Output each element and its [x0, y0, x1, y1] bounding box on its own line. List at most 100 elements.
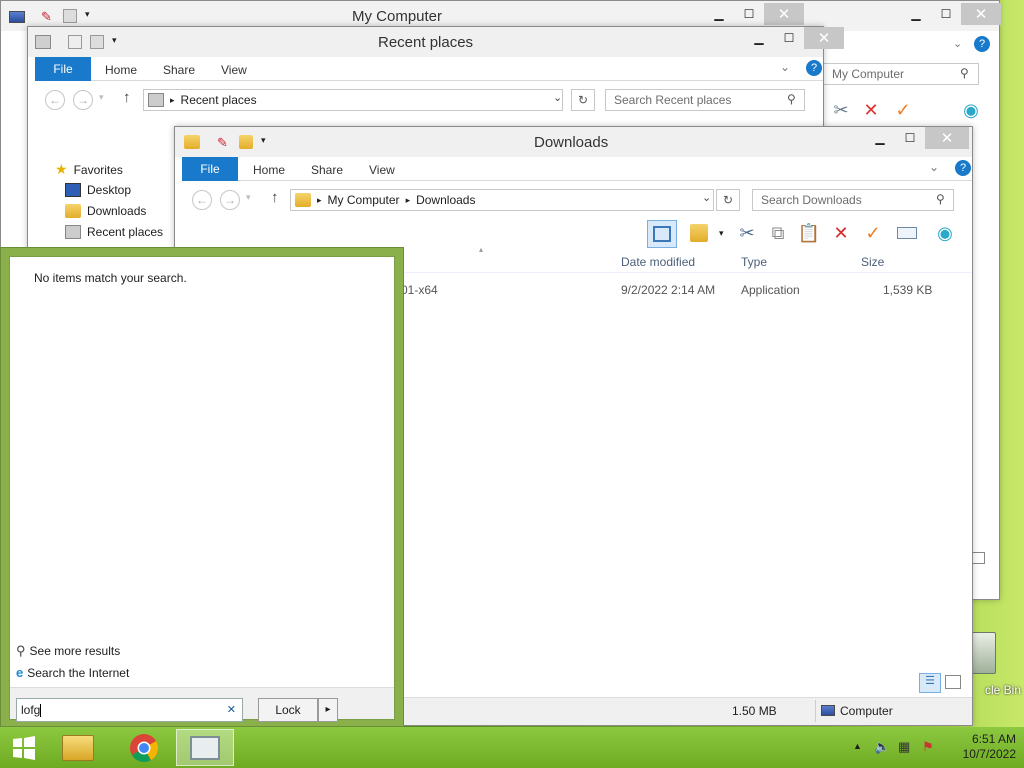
- search-results-pane: No items match your search. ⚲ See more r…: [9, 256, 395, 722]
- nav-desktop[interactable]: Desktop: [65, 183, 131, 197]
- search-icon[interactable]: ⚲: [787, 92, 796, 106]
- search-input[interactable]: Search Downloads: [752, 189, 954, 211]
- nav-downloads[interactable]: Downloads: [65, 204, 146, 218]
- close-button[interactable]: ✕: [764, 3, 804, 25]
- breadcrumb-my-computer[interactable]: My Computer: [328, 193, 400, 207]
- minimize-button[interactable]: ▁: [704, 3, 734, 25]
- maximize-button[interactable]: ☐: [734, 3, 764, 25]
- rename-icon[interactable]: [895, 221, 919, 245]
- ribbon-expand-icon[interactable]: ⌄: [780, 60, 790, 74]
- system-monitor-taskbar-button[interactable]: [176, 729, 234, 766]
- address-dropdown-icon[interactable]: ⌄: [702, 191, 711, 204]
- back-button[interactable]: ←: [45, 90, 65, 110]
- properties-icon[interactable]: [68, 35, 82, 49]
- chrome-taskbar-button[interactable]: [116, 729, 172, 766]
- shell-icon[interactable]: ◉: [959, 98, 983, 122]
- maximize-button[interactable]: ☐: [931, 3, 961, 25]
- clear-search-button[interactable]: ✕: [227, 703, 236, 716]
- qat-dropdown-icon[interactable]: ▾: [261, 135, 266, 146]
- up-button[interactable]: ↑: [123, 89, 131, 106]
- clock[interactable]: 6:51 AM 10/7/2022: [944, 732, 1016, 762]
- search-internet-link[interactable]: e Search the Internet: [16, 665, 129, 680]
- up-button[interactable]: ↑: [271, 189, 279, 206]
- cut-icon[interactable]: ✂: [735, 221, 759, 245]
- tab-share[interactable]: Share: [311, 163, 343, 177]
- start-button[interactable]: [0, 729, 48, 766]
- column-size[interactable]: Size: [861, 255, 884, 269]
- breadcrumb-downloads[interactable]: Downloads: [416, 193, 475, 207]
- window-title: Recent places: [378, 34, 474, 51]
- column-type[interactable]: Type: [741, 255, 767, 269]
- new-folder-icon[interactable]: [63, 9, 77, 23]
- recycle-bin-icon[interactable]: [970, 632, 996, 674]
- tab-home[interactable]: Home: [105, 63, 137, 77]
- shell-icon[interactable]: ◉: [933, 221, 957, 245]
- tab-home[interactable]: Home: [253, 163, 285, 177]
- tab-file[interactable]: File: [35, 57, 91, 81]
- details-view-icon[interactable]: [971, 552, 985, 564]
- folder-options-icon[interactable]: [687, 221, 711, 245]
- large-icons-view-button[interactable]: [945, 675, 961, 689]
- recent-locations-icon[interactable]: ▾: [246, 192, 251, 203]
- refresh-button[interactable]: ↻: [571, 89, 595, 111]
- ribbon-expand-icon[interactable]: ⌄: [929, 160, 939, 174]
- paste-icon[interactable]: 📋: [797, 221, 821, 245]
- windows-logo-icon: [13, 735, 35, 760]
- close-button[interactable]: ✕: [925, 127, 969, 149]
- column-date-modified[interactable]: Date modified: [621, 255, 695, 269]
- forward-button[interactable]: →: [73, 90, 93, 110]
- lock-button[interactable]: Lock: [258, 698, 318, 722]
- tab-share[interactable]: Share: [163, 63, 195, 77]
- delete-icon[interactable]: ✕: [829, 221, 853, 245]
- check-icon[interactable]: ✓: [891, 98, 915, 122]
- power-options-button[interactable]: ▸: [318, 698, 338, 722]
- maximize-button[interactable]: ☐: [774, 27, 804, 49]
- address-bar[interactable]: ▸ Recent places: [143, 89, 563, 111]
- back-button[interactable]: ←: [192, 190, 212, 210]
- forward-button[interactable]: →: [220, 190, 240, 210]
- cut-icon[interactable]: ✂: [829, 98, 853, 122]
- minimize-button[interactable]: ▁: [744, 27, 774, 49]
- start-search-input[interactable]: lofg ✕: [16, 698, 243, 722]
- network-icon[interactable]: ▦: [898, 739, 910, 755]
- maximize-button[interactable]: ☐: [895, 127, 925, 149]
- qat-dropdown-icon[interactable]: ▾: [85, 9, 90, 20]
- minimize-button[interactable]: ▁: [901, 3, 931, 25]
- volume-muted-icon[interactable]: 🔈: [874, 739, 890, 755]
- refresh-button[interactable]: ↻: [716, 189, 740, 211]
- new-folder-icon[interactable]: [90, 35, 104, 49]
- help-icon[interactable]: ?: [806, 60, 822, 76]
- copy-icon[interactable]: ⧉: [766, 221, 790, 245]
- properties-icon[interactable]: ✎: [41, 9, 52, 25]
- address-dropdown-icon[interactable]: ⌄: [553, 91, 562, 104]
- file-explorer-taskbar-button[interactable]: [50, 729, 106, 766]
- tab-view[interactable]: View: [369, 163, 395, 177]
- ribbon-expand-icon[interactable]: ⌄: [953, 37, 962, 50]
- search-icon[interactable]: ⚲: [960, 66, 969, 80]
- details-view-button[interactable]: ☰: [919, 673, 941, 693]
- close-button[interactable]: ✕: [804, 27, 844, 49]
- delete-icon[interactable]: ✕: [859, 98, 883, 122]
- properties-icon[interactable]: ✎: [217, 135, 228, 151]
- search-icon[interactable]: ⚲: [936, 192, 945, 206]
- help-icon[interactable]: ?: [974, 36, 990, 52]
- address-bar[interactable]: ▸ My Computer ▸ Downloads: [290, 189, 714, 211]
- recent-locations-icon[interactable]: ▾: [99, 92, 104, 103]
- minimize-button[interactable]: ▁: [865, 127, 895, 149]
- nav-favorites[interactable]: ★ Favorites: [55, 161, 123, 178]
- search-input[interactable]: Search Recent places: [605, 89, 805, 111]
- see-more-results-link[interactable]: ⚲ See more results: [16, 643, 120, 659]
- action-center-icon[interactable]: ⚑: [922, 739, 934, 755]
- folder-options-dropdown-icon[interactable]: ▾: [719, 228, 724, 239]
- close-button[interactable]: ✕: [961, 3, 1001, 25]
- search-input[interactable]: My Computer: [823, 63, 979, 85]
- new-folder-icon[interactable]: [239, 135, 253, 149]
- nav-recent-places[interactable]: Recent places: [65, 225, 163, 239]
- tab-file[interactable]: File: [182, 157, 238, 181]
- tab-view[interactable]: View: [221, 63, 247, 77]
- preview-pane-icon[interactable]: [647, 220, 677, 248]
- tray-expand-button[interactable]: ▲: [853, 741, 862, 751]
- apply-icon[interactable]: ✓: [861, 221, 885, 245]
- qat-dropdown-icon[interactable]: ▾: [112, 35, 117, 46]
- help-icon[interactable]: ?: [955, 160, 971, 176]
